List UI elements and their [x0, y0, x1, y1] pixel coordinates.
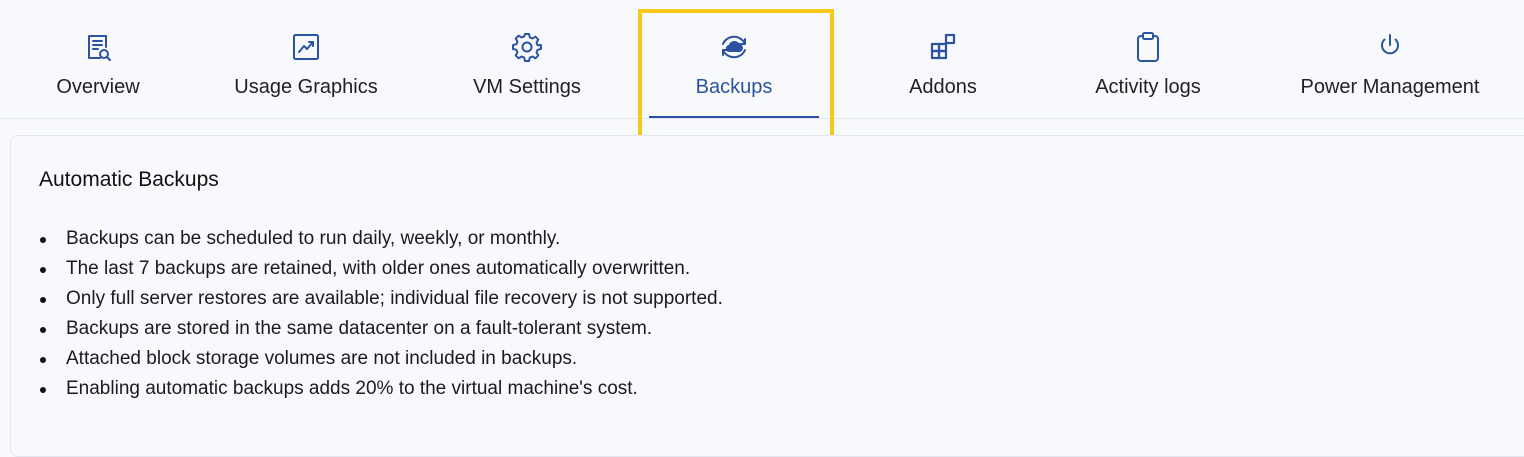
tab-usage-graphics[interactable]: Usage Graphics — [226, 30, 386, 118]
tab-label: Addons — [909, 76, 977, 98]
tab-addons[interactable]: Addons — [898, 30, 988, 118]
list-item: Enabling automatic backups adds 20% to t… — [39, 374, 723, 404]
list-item: Attached block storage volumes are not i… — [39, 344, 723, 374]
clipboard-icon — [1131, 30, 1165, 64]
list-item: Only full server restores are available;… — [39, 284, 723, 314]
tab-overview[interactable]: Overview — [48, 30, 148, 118]
tab-bar: Overview Usage Graphics VM Settings Back… — [0, 0, 1524, 119]
list-item: The last 7 backups are retained, with ol… — [39, 254, 723, 284]
cloud-backup-icon — [717, 30, 751, 64]
active-tab-indicator — [649, 116, 819, 118]
tab-label: Usage Graphics — [234, 76, 378, 98]
grid-add-icon — [926, 30, 960, 64]
power-icon — [1373, 30, 1407, 64]
document-search-icon — [81, 30, 115, 64]
tab-label: Overview — [56, 76, 140, 98]
gear-icon — [510, 30, 544, 64]
tab-backups[interactable]: Backups — [649, 30, 819, 118]
tab-power-management[interactable]: Power Management — [1290, 30, 1490, 118]
tab-label: VM Settings — [473, 76, 581, 98]
backup-info-list: Backups can be scheduled to run daily, w… — [39, 224, 723, 404]
tab-vm-settings[interactable]: VM Settings — [467, 30, 587, 118]
trend-chart-icon — [289, 30, 323, 64]
list-item: Backups are stored in the same datacente… — [39, 314, 723, 344]
automatic-backups-panel: Automatic Backups Backups can be schedul… — [10, 135, 1524, 457]
list-item: Backups can be scheduled to run daily, w… — [39, 224, 723, 254]
tab-label: Activity logs — [1095, 76, 1201, 98]
tab-label: Backups — [695, 76, 773, 98]
panel-title: Automatic Backups — [39, 168, 219, 191]
tab-label: Power Management — [1300, 76, 1480, 98]
tab-activity-logs[interactable]: Activity logs — [1085, 30, 1211, 118]
